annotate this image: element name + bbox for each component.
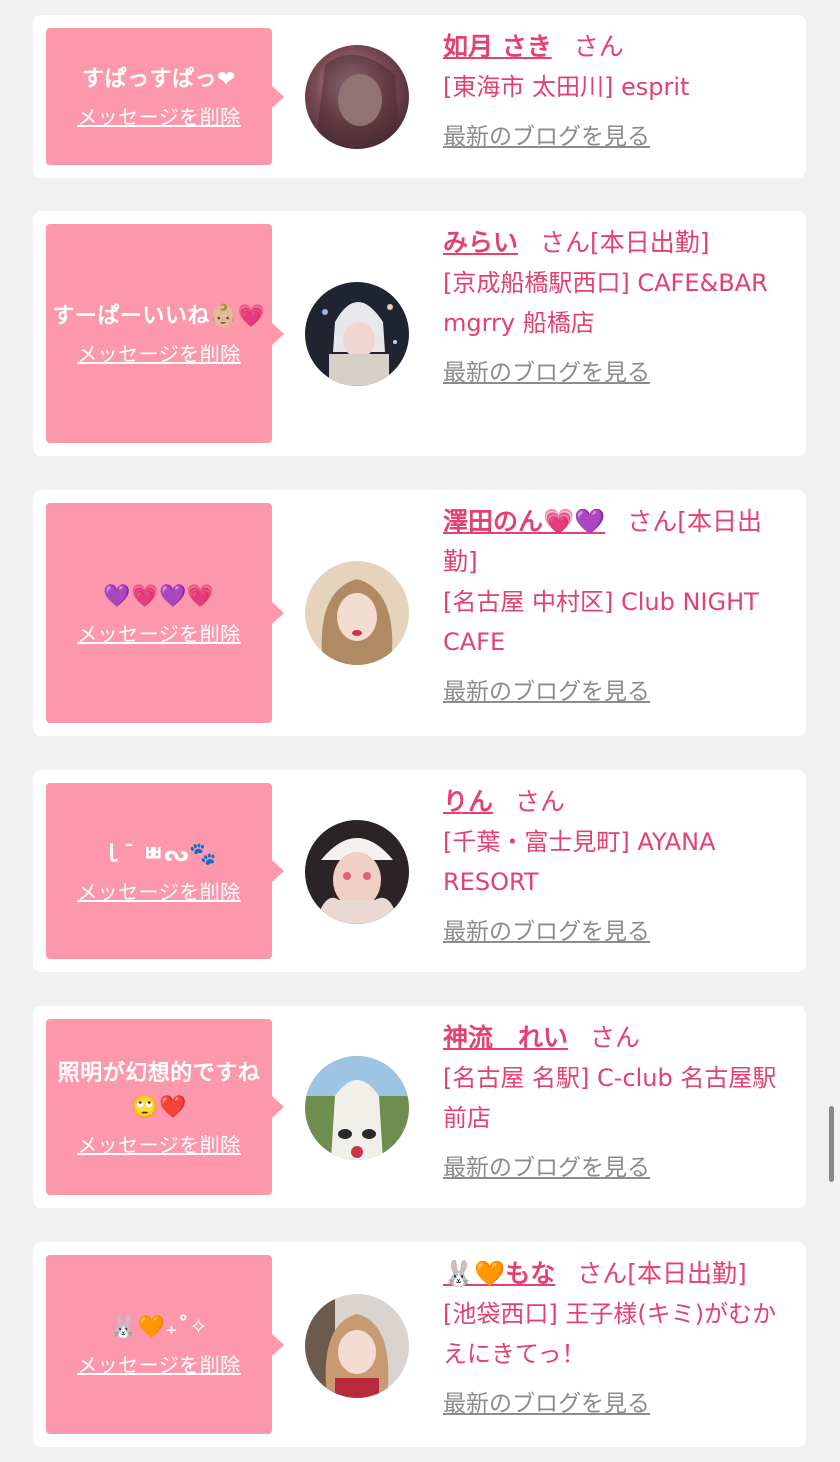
avatar[interactable]	[305, 820, 409, 924]
sender-name-link[interactable]: 🐰🧡もな	[443, 1259, 555, 1288]
latest-blog-link[interactable]: 最新のブログを見る	[443, 1384, 650, 1418]
avatar[interactable]	[305, 45, 409, 149]
name-row: 🐰🧡もな さん[本日出勤]	[443, 1254, 793, 1294]
avatar[interactable]	[305, 1294, 409, 1398]
avatar[interactable]	[305, 1056, 409, 1160]
message-text: ｌ¯ ㅃᔓ🐾	[100, 841, 218, 867]
avatar[interactable]	[305, 282, 409, 386]
latest-blog-link[interactable]: 最新のブログを見る	[443, 912, 650, 946]
shop-info: [名古屋 中村区] Club NIGHT CAFE	[443, 588, 759, 656]
message-text: すぱっすぱっ❤	[82, 67, 236, 92]
message-card: 🐰🧡₊˚✧ メッセージを削除 🐰🧡もな さん[本日出勤] [池袋西口] 王子様(キ…	[33, 1242, 806, 1447]
work-status: [本日出勤]	[590, 228, 710, 257]
name-row: 澤田のん💗💜 さん[本日出勤]	[443, 502, 793, 582]
honorific: さん	[540, 228, 591, 257]
sender-info: 如月 さき さん [東海市 太田川] esprit 最新のブログを見る	[443, 27, 793, 151]
sender-name-link[interactable]: 澤田のん💗💜	[443, 507, 605, 536]
sender-name-link[interactable]: みらい	[443, 228, 518, 257]
sender-name-link[interactable]: 如月 さき	[443, 32, 552, 61]
message-bubble: 💜💗💜💗 メッセージを削除	[46, 503, 284, 723]
honorific: さん	[577, 1259, 628, 1288]
name-row: みらい さん[本日出勤]	[443, 223, 793, 263]
delete-message-link[interactable]: メッセージを削除	[77, 1129, 241, 1158]
work-status: [本日出勤]	[627, 1259, 747, 1288]
sender-name-link[interactable]: 神流 れい	[443, 1023, 568, 1052]
sender-info: みらい さん[本日出勤] [京成船橋駅西口] CAFE&BAR mgrry 船橋店…	[443, 223, 793, 387]
delete-message-link[interactable]: メッセージを削除	[77, 338, 241, 367]
sender-info: りん さん [千葉・富士見町] AYANA RESORT 最新のブログを見る	[443, 782, 793, 946]
latest-blog-link[interactable]: 最新のブログを見る	[443, 353, 650, 387]
message-text: 🐰🧡₊˚✧	[109, 1315, 209, 1340]
message-bubble: すーぱーいいね👶🏼💗 メッセージを削除	[46, 224, 284, 443]
honorific: さん	[627, 507, 678, 536]
avatar[interactable]	[305, 561, 409, 665]
shop-info: [東海市 太田川] esprit	[443, 73, 690, 101]
sender-name-link[interactable]: りん	[443, 787, 493, 816]
message-text: 照明が幻想的ですね🙄❤️	[57, 1060, 261, 1120]
shop-info: [名古屋 名駅] C-club 名古屋駅前店	[443, 1064, 777, 1132]
message-bubble: すぱっすぱっ❤ メッセージを削除	[46, 28, 284, 165]
message-card: 💜💗💜💗 メッセージを削除 澤田のん💗💜 さん[本日出勤] [名古屋 中村区] C…	[33, 490, 806, 736]
message-bubble: ｌ¯ ㅃᔓ🐾 メッセージを削除	[46, 783, 284, 959]
sender-info: 澤田のん💗💜 さん[本日出勤] [名古屋 中村区] Club NIGHT CAFE…	[443, 502, 793, 706]
message-text: 💜💗💜💗	[103, 583, 215, 609]
shop-info: [池袋西口] 王子様(キミ)がむかえにきてっ！	[443, 1300, 777, 1368]
message-card: ｌ¯ ㅃᔓ🐾 メッセージを削除 りん さん [千葉・富士見町] AYANA RES…	[33, 770, 806, 972]
name-row: 神流 れい さん	[443, 1018, 793, 1058]
delete-message-link[interactable]: メッセージを削除	[77, 101, 241, 130]
honorific: さん	[515, 787, 566, 816]
sender-info: 神流 れい さん [名古屋 名駅] C-club 名古屋駅前店 最新のブログを見る	[443, 1018, 793, 1182]
message-card: 照明が幻想的ですね🙄❤️ メッセージを削除 神流 れい さん [名古屋 名駅] C…	[33, 1006, 806, 1208]
honorific: さん	[590, 1023, 641, 1052]
scrollbar[interactable]	[829, 1106, 834, 1182]
latest-blog-link[interactable]: 最新のブログを見る	[443, 1148, 650, 1182]
sender-info: 🐰🧡もな さん[本日出勤] [池袋西口] 王子様(キミ)がむかえにきてっ！ 最新の…	[443, 1254, 793, 1418]
message-bubble: 🐰🧡₊˚✧ メッセージを削除	[46, 1255, 284, 1434]
message-bubble: 照明が幻想的ですね🙄❤️ メッセージを削除	[46, 1019, 284, 1195]
message-card: すぱっすぱっ❤ メッセージを削除 如月 さき さん [東海市 太田川] espri…	[33, 15, 806, 178]
latest-blog-link[interactable]: 最新のブログを見る	[443, 117, 650, 151]
delete-message-link[interactable]: メッセージを削除	[77, 618, 241, 647]
delete-message-link[interactable]: メッセージを削除	[77, 876, 241, 905]
name-row: 如月 さき さん	[443, 27, 793, 67]
honorific: さん	[573, 32, 624, 61]
latest-blog-link[interactable]: 最新のブログを見る	[443, 672, 650, 706]
message-text: すーぱーいいね👶🏼💗	[52, 304, 266, 329]
shop-info: [京成船橋駅西口] CAFE&BAR mgrry 船橋店	[443, 269, 768, 337]
delete-message-link[interactable]: メッセージを削除	[77, 1349, 241, 1378]
message-card: すーぱーいいね👶🏼💗 メッセージを削除 みらい さん[本日出勤] [京成船橋駅西口…	[33, 211, 806, 456]
shop-info: [千葉・富士見町] AYANA RESORT	[443, 828, 716, 896]
name-row: りん さん	[443, 782, 793, 822]
